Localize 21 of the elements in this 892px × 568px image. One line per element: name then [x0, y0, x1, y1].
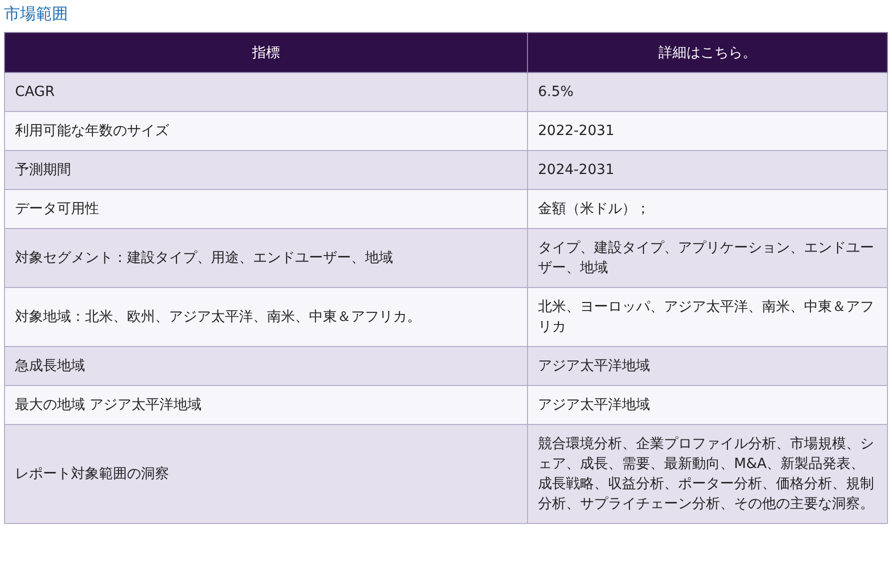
- table-cell: 予測期間: [4, 150, 528, 190]
- table-cell: アジア太平洋地域: [528, 346, 888, 386]
- section-title: 市場範囲: [4, 3, 69, 25]
- table-cell: 対象セグメント：建設タイプ、用途、エンドユーザー、地域: [4, 228, 528, 288]
- table-cell: 対象地域：北米、欧州、アジア太平洋、南米、中東＆アフリカ。: [4, 288, 528, 346]
- table-cell: 金額（米ドル）；: [528, 190, 888, 228]
- table-cell: CAGR: [4, 72, 528, 112]
- table-cell: レポート対象範囲の洞察: [4, 424, 528, 524]
- table-cell: 北米、ヨーロッパ、アジア太平洋、南米、中東＆アフリカ: [528, 288, 888, 346]
- column-header: 詳細はこちら。: [528, 32, 888, 72]
- table-cell: 6.5%: [528, 72, 888, 112]
- table-cell: アジア太平洋地域: [528, 386, 888, 424]
- table-cell: 2024-2031: [528, 150, 888, 190]
- column-header: 指標: [4, 32, 528, 72]
- table-cell: 最大の地域 アジア太平洋地域: [4, 386, 528, 424]
- table-cell: 2022-2031: [528, 112, 888, 150]
- table-cell: 競合環境分析、企業プロファイル分析、市場規模、シェア、成長、需要、最新動向、M&A、新製品発表、成長戦略、収益分析、ポーター分析、価格分析、規制分析、サプライチェーン分析、その他の主要な洞察。: [528, 424, 888, 524]
- table-cell: データ可用性: [4, 190, 528, 228]
- table-cell: 急成長地域: [4, 346, 528, 386]
- table-cell: タイプ、建設タイプ、アプリケーション、エンドユーザー、地域: [528, 228, 888, 288]
- table-cell: 利用可能な年数のサイズ: [4, 112, 528, 150]
